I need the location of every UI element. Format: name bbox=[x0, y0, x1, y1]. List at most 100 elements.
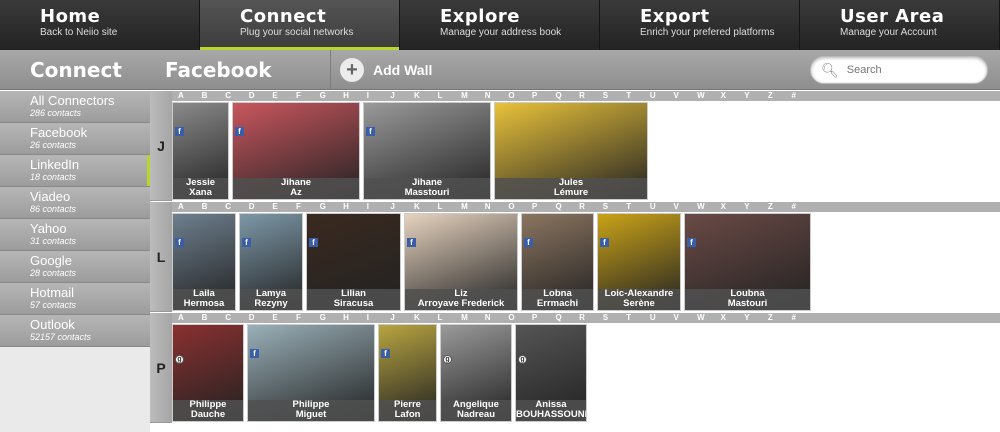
sidebar-item-linkedin[interactable]: LinkedIn 18 contacts bbox=[0, 155, 150, 187]
contact-card[interactable]: f Lobna Errmachi bbox=[521, 213, 594, 311]
alphabet-letter[interactable]: F bbox=[296, 91, 320, 101]
sidebar-item-google[interactable]: Google 28 contacts bbox=[0, 251, 150, 283]
alphabet-letter[interactable]: I bbox=[367, 313, 391, 323]
alphabet-letter[interactable]: A bbox=[178, 313, 202, 323]
alphabet-letter[interactable]: L bbox=[438, 313, 462, 323]
alphabet-letter[interactable]: X bbox=[721, 313, 745, 323]
alphabet-letter[interactable]: O bbox=[508, 91, 532, 101]
contact-card[interactable]: g Philippe Dauche bbox=[172, 324, 244, 422]
alphabet-letter[interactable]: G bbox=[320, 313, 344, 323]
alphabet-letter[interactable]: V bbox=[673, 313, 697, 323]
alphabet-letter[interactable]: # bbox=[791, 202, 815, 212]
alphabet-letter[interactable]: D bbox=[249, 91, 273, 101]
alphabet-letter[interactable]: H bbox=[343, 202, 367, 212]
alphabet-letter[interactable]: B bbox=[202, 313, 226, 323]
alphabet-letter[interactable]: O bbox=[508, 202, 532, 212]
alphabet-letter[interactable]: E bbox=[272, 91, 296, 101]
alphabet-letter[interactable]: Z bbox=[768, 202, 792, 212]
nav-tab-explore[interactable]: Explore Manage your address book bbox=[400, 0, 600, 50]
alphabet-letter[interactable]: Z bbox=[768, 91, 792, 101]
alphabet-letter[interactable]: I bbox=[367, 91, 391, 101]
contact-card[interactable]: f Lamya Rezyny bbox=[239, 213, 303, 311]
alphabet-letter[interactable]: M bbox=[461, 91, 485, 101]
alphabet-letter[interactable]: D bbox=[249, 313, 273, 323]
alphabet-letter[interactable]: L bbox=[438, 202, 462, 212]
contact-card[interactable]: f Pierre Lafon bbox=[378, 324, 437, 422]
search-input[interactable] bbox=[846, 64, 977, 76]
nav-tab-export[interactable]: Export Enrich your prefered platforms bbox=[600, 0, 800, 50]
alphabet-letter[interactable]: S bbox=[603, 91, 627, 101]
contact-card[interactable]: f Philippe Miguet bbox=[247, 324, 375, 422]
alphabet-letter[interactable]: H bbox=[343, 91, 367, 101]
alphabet-letter[interactable]: T bbox=[626, 91, 650, 101]
sidebar-item-viadeo[interactable]: Viadeo 86 contacts bbox=[0, 187, 150, 219]
alphabet-letter[interactable]: F bbox=[296, 202, 320, 212]
contact-card[interactable]: f Jihane Az bbox=[232, 102, 360, 200]
alphabet-letter[interactable]: N bbox=[485, 313, 509, 323]
alphabet-letter[interactable]: Y bbox=[744, 202, 768, 212]
alphabet-letter[interactable]: E bbox=[272, 313, 296, 323]
sidebar-item-facebook[interactable]: Facebook 26 contacts bbox=[0, 123, 150, 155]
alphabet-letter[interactable]: C bbox=[225, 202, 249, 212]
nav-tab-user-area[interactable]: User Area Manage your Account bbox=[800, 0, 1000, 50]
alphabet-letter[interactable]: P bbox=[532, 91, 556, 101]
sidebar-item-yahoo[interactable]: Yahoo 31 contacts bbox=[0, 219, 150, 251]
alphabet-letter[interactable]: E bbox=[272, 202, 296, 212]
alphabet-letter[interactable]: P bbox=[532, 313, 556, 323]
alphabet-letter[interactable]: J bbox=[390, 202, 414, 212]
search-box[interactable]: 🔍︎ bbox=[810, 56, 988, 84]
alphabet-letter[interactable]: M bbox=[461, 313, 485, 323]
alphabet-letter[interactable]: O bbox=[508, 313, 532, 323]
alphabet-letter[interactable]: R bbox=[579, 202, 603, 212]
alphabet-letter[interactable]: Q bbox=[556, 91, 580, 101]
alphabet-letter[interactable]: Q bbox=[556, 202, 580, 212]
sidebar-item-outlook[interactable]: Outlook 52157 contacts bbox=[0, 315, 150, 347]
alphabet-letter[interactable]: H bbox=[343, 313, 367, 323]
nav-tab-connect[interactable]: Connect Plug your social networks bbox=[200, 0, 400, 50]
alphabet-letter[interactable]: B bbox=[202, 202, 226, 212]
sidebar-item-all-connectors[interactable]: All Connectors 286 contacts bbox=[0, 91, 150, 123]
alphabet-letter[interactable]: R bbox=[579, 313, 603, 323]
alphabet-letter[interactable]: F bbox=[296, 313, 320, 323]
contact-card[interactable]: f Laila Hermosa bbox=[172, 213, 236, 311]
alphabet-letter[interactable]: J bbox=[390, 91, 414, 101]
alphabet-letter[interactable]: U bbox=[650, 202, 674, 212]
alphabet-letter[interactable]: K bbox=[414, 91, 438, 101]
alphabet-letter[interactable]: # bbox=[791, 91, 815, 101]
alphabet-letter[interactable]: W bbox=[697, 313, 721, 323]
contact-card[interactable]: Jules Lémure bbox=[494, 102, 648, 200]
alphabet-letter[interactable]: A bbox=[178, 202, 202, 212]
alphabet-letter[interactable]: A bbox=[178, 91, 202, 101]
alphabet-letter[interactable]: Q bbox=[556, 313, 580, 323]
alphabet-letter[interactable]: D bbox=[249, 202, 273, 212]
sidebar-item-hotmail[interactable]: Hotmail 57 contacts bbox=[0, 283, 150, 315]
alphabet-letter[interactable]: Y bbox=[744, 91, 768, 101]
alphabet-letter[interactable]: P bbox=[532, 202, 556, 212]
alphabet-letter[interactable]: K bbox=[414, 313, 438, 323]
alphabet-letter[interactable]: G bbox=[320, 91, 344, 101]
alphabet-letter[interactable]: Z bbox=[768, 313, 792, 323]
contact-card[interactable]: f Jessie Xana bbox=[172, 102, 229, 200]
alphabet-letter[interactable]: N bbox=[485, 91, 509, 101]
alphabet-letter[interactable]: X bbox=[721, 202, 745, 212]
alphabet-letter[interactable]: J bbox=[390, 313, 414, 323]
contact-card[interactable]: f Liz Arroyave Frederick bbox=[404, 213, 518, 311]
alphabet-letter[interactable]: N bbox=[485, 202, 509, 212]
alphabet-letter[interactable]: U bbox=[650, 91, 674, 101]
alphabet-letter[interactable]: # bbox=[791, 313, 815, 323]
alphabet-letter[interactable]: G bbox=[320, 202, 344, 212]
add-wall-button[interactable]: + Add Wall bbox=[340, 58, 432, 82]
alphabet-letter[interactable]: S bbox=[603, 313, 627, 323]
alphabet-letter[interactable]: Y bbox=[744, 313, 768, 323]
alphabet-letter[interactable]: L bbox=[438, 91, 462, 101]
alphabet-letter[interactable]: B bbox=[202, 91, 226, 101]
contact-card[interactable]: f Loic-Alexandre Serène bbox=[597, 213, 681, 311]
alphabet-letter[interactable]: M bbox=[461, 202, 485, 212]
contact-card[interactable]: g Angelique Nadreau bbox=[440, 324, 512, 422]
alphabet-letter[interactable]: T bbox=[626, 202, 650, 212]
alphabet-letter[interactable]: W bbox=[697, 202, 721, 212]
alphabet-letter[interactable]: I bbox=[367, 202, 391, 212]
contact-card[interactable]: f Loubna Mastouri bbox=[684, 213, 811, 311]
contact-card[interactable]: f Lilian Siracusa bbox=[306, 213, 401, 311]
alphabet-letter[interactable]: T bbox=[626, 313, 650, 323]
